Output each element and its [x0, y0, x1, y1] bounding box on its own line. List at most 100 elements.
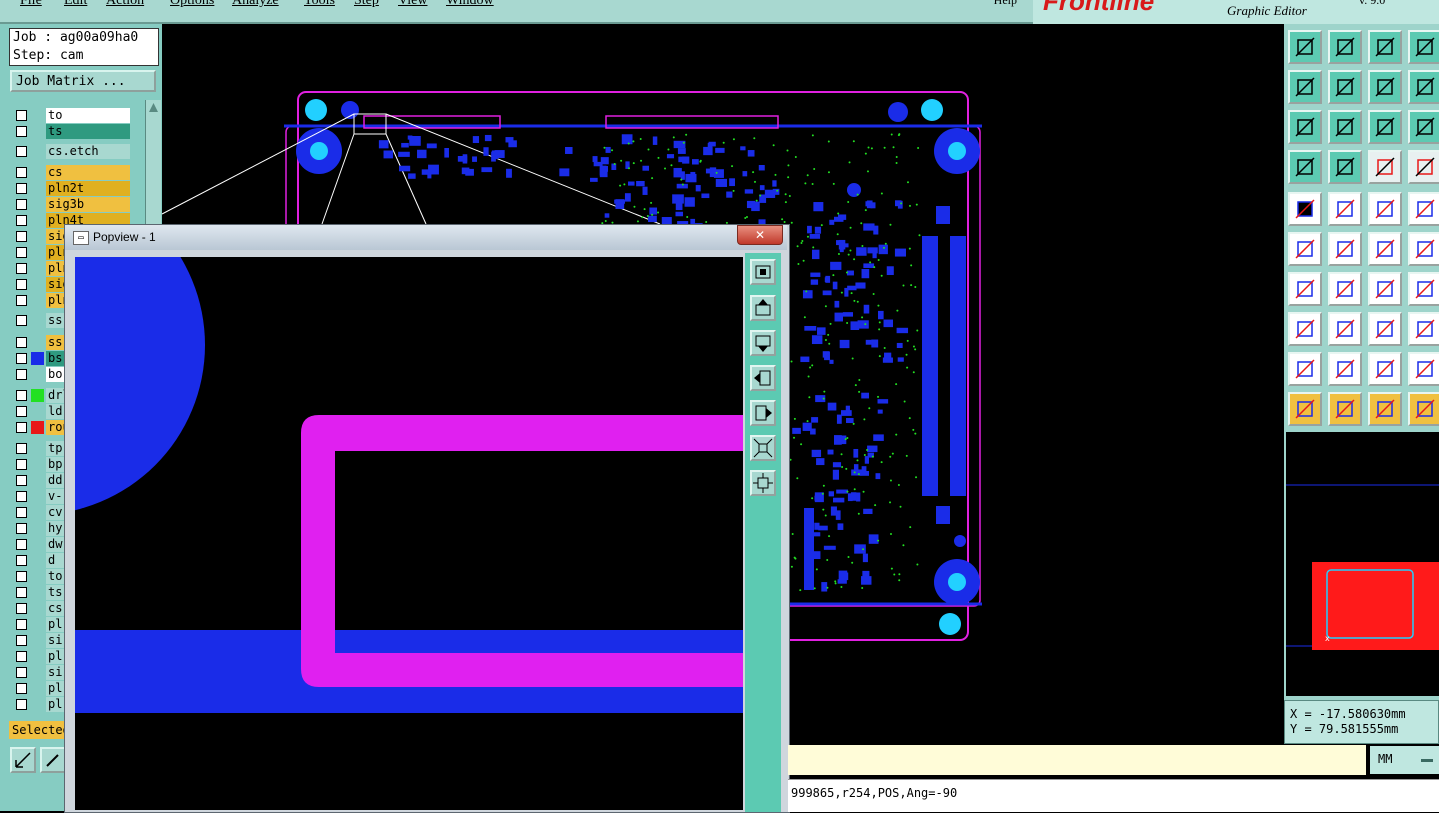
- tool-button[interactable]: [1328, 312, 1362, 346]
- popview-titlebar[interactable]: ▭ Popview - 1 ✕: [65, 225, 787, 250]
- zoom-fit-button[interactable]: [750, 259, 776, 285]
- layer-name[interactable]: pln2t: [46, 181, 130, 196]
- tool-button[interactable]: [1408, 110, 1439, 144]
- layer-row[interactable]: pln2t: [14, 181, 132, 196]
- menu-analyze[interactable]: Analyze: [232, 0, 279, 9]
- pencil-tool-button[interactable]: [40, 747, 66, 773]
- tool-button[interactable]: [1368, 30, 1402, 64]
- pan-left-button[interactable]: [750, 365, 776, 391]
- zoom-in-button[interactable]: [750, 435, 776, 461]
- layer-checkbox[interactable]: [16, 491, 27, 502]
- tool-button[interactable]: [1408, 30, 1439, 64]
- command-line[interactable]: [788, 745, 1366, 775]
- layer-checkbox[interactable]: [16, 337, 27, 348]
- pan-down-button[interactable]: [750, 330, 776, 356]
- layer-checkbox[interactable]: [16, 146, 27, 157]
- overview-preview[interactable]: x: [1286, 432, 1439, 696]
- layer-checkbox[interactable]: [16, 353, 27, 364]
- tool-button[interactable]: [1328, 352, 1362, 386]
- menu-edit[interactable]: Edit: [64, 0, 87, 9]
- layer-checkbox[interactable]: [16, 459, 27, 470]
- tool-button[interactable]: [1328, 232, 1362, 266]
- layer-checkbox[interactable]: [16, 619, 27, 630]
- menu-step[interactable]: Step: [354, 0, 379, 9]
- layer-checkbox[interactable]: [16, 443, 27, 454]
- layer-checkbox[interactable]: [16, 279, 27, 290]
- layer-name[interactable]: to: [46, 108, 130, 123]
- tool-button[interactable]: [1288, 352, 1322, 386]
- layer-checkbox[interactable]: [16, 603, 27, 614]
- layer-row[interactable]: to: [14, 108, 132, 123]
- tool-button[interactable]: [1408, 312, 1439, 346]
- menu-options[interactable]: Options: [170, 0, 214, 9]
- layer-checkbox[interactable]: [16, 315, 27, 326]
- popview-window[interactable]: ▭ Popview - 1 ✕: [64, 224, 790, 813]
- tool-button[interactable]: [1368, 392, 1402, 426]
- layer-checkbox[interactable]: [16, 369, 27, 380]
- pan-up-button[interactable]: [750, 295, 776, 321]
- menu-action[interactable]: Action: [106, 0, 144, 9]
- layer-checkbox[interactable]: [16, 475, 27, 486]
- tool-button[interactable]: [1328, 30, 1362, 64]
- layer-checkbox[interactable]: [16, 699, 27, 710]
- tool-button[interactable]: [1328, 70, 1362, 104]
- tool-button[interactable]: [1408, 272, 1439, 306]
- measure-tool-button[interactable]: [10, 747, 36, 773]
- layer-checkbox[interactable]: [16, 231, 27, 242]
- tool-button[interactable]: [1368, 312, 1402, 346]
- tool-button[interactable]: [1288, 150, 1322, 184]
- layer-row[interactable]: ts: [14, 124, 132, 139]
- menu-file[interactable]: File: [20, 0, 42, 9]
- tool-button[interactable]: [1408, 352, 1439, 386]
- close-button[interactable]: ✕: [737, 225, 783, 245]
- layer-checkbox[interactable]: [16, 295, 27, 306]
- layer-name[interactable]: cs: [46, 165, 130, 180]
- layer-checkbox[interactable]: [16, 183, 27, 194]
- zoom-out-button[interactable]: [750, 470, 776, 496]
- tool-button[interactable]: [1328, 192, 1362, 226]
- layer-checkbox[interactable]: [16, 247, 27, 258]
- tool-button[interactable]: [1328, 272, 1362, 306]
- tool-button[interactable]: [1408, 232, 1439, 266]
- tool-button[interactable]: [1408, 70, 1439, 104]
- layer-checkbox[interactable]: [16, 571, 27, 582]
- tool-button[interactable]: [1408, 192, 1439, 226]
- layer-checkbox[interactable]: [16, 635, 27, 646]
- tool-button[interactable]: [1288, 30, 1322, 64]
- layer-name[interactable]: cs.etch: [46, 144, 130, 159]
- layer-checkbox[interactable]: [16, 539, 27, 550]
- tool-button[interactable]: [1368, 150, 1402, 184]
- tool-button[interactable]: [1408, 392, 1439, 426]
- tool-button[interactable]: [1408, 150, 1439, 184]
- tool-button[interactable]: [1288, 272, 1322, 306]
- layer-checkbox[interactable]: [16, 110, 27, 121]
- layer-name[interactable]: sig3b: [46, 197, 130, 212]
- tool-button[interactable]: [1368, 352, 1402, 386]
- tool-button[interactable]: [1288, 110, 1322, 144]
- layer-checkbox[interactable]: [16, 167, 27, 178]
- tool-button[interactable]: [1368, 70, 1402, 104]
- layer-checkbox[interactable]: [16, 406, 27, 417]
- units-selector[interactable]: MM: [1370, 746, 1439, 774]
- layer-row[interactable]: cs: [14, 165, 132, 180]
- tool-button[interactable]: [1288, 312, 1322, 346]
- layer-checkbox[interactable]: [16, 587, 27, 598]
- layer-checkbox[interactable]: [16, 126, 27, 137]
- layer-row[interactable]: cs.etch: [14, 144, 132, 159]
- menu-help[interactable]: Help: [994, 0, 1017, 8]
- layer-checkbox[interactable]: [16, 683, 27, 694]
- tool-button[interactable]: [1328, 150, 1362, 184]
- layer-row[interactable]: sig3b: [14, 197, 132, 212]
- tool-button[interactable]: [1368, 232, 1402, 266]
- tool-button[interactable]: [1288, 232, 1322, 266]
- layer-checkbox[interactable]: [16, 667, 27, 678]
- layer-checkbox[interactable]: [16, 507, 27, 518]
- scroll-up-icon[interactable]: [146, 100, 161, 116]
- layer-checkbox[interactable]: [16, 422, 27, 433]
- layer-checkbox[interactable]: [16, 215, 27, 226]
- tool-button[interactable]: [1288, 70, 1322, 104]
- menu-tools[interactable]: Tools: [304, 0, 335, 9]
- tool-button[interactable]: [1328, 392, 1362, 426]
- layer-checkbox[interactable]: [16, 523, 27, 534]
- layer-checkbox[interactable]: [16, 651, 27, 662]
